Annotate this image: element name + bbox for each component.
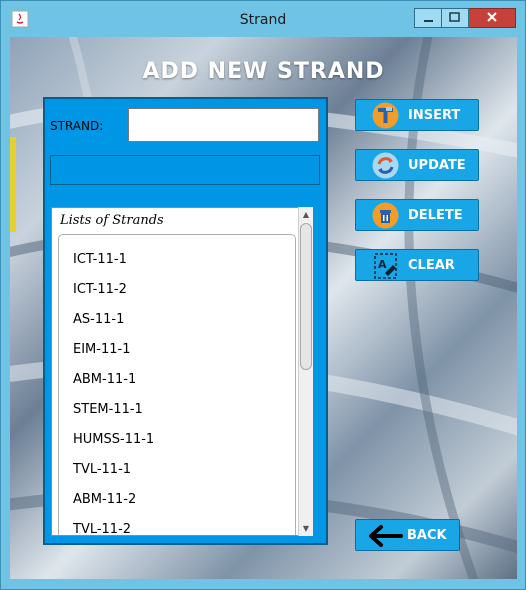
- message-field: [50, 155, 320, 185]
- update-icon: [372, 152, 399, 179]
- insert-label: INSERT: [408, 108, 461, 123]
- clear-button[interactable]: A CLEAR: [355, 249, 479, 281]
- close-button[interactable]: [469, 8, 516, 28]
- delete-label: DELETE: [408, 208, 463, 223]
- list-item[interactable]: ICT-11-1: [73, 252, 127, 267]
- list-item[interactable]: EIM-11-1: [73, 342, 130, 357]
- maximize-button[interactable]: [442, 8, 469, 28]
- content-area: ADD NEW STRAND STRAND: Lists of Strands …: [10, 37, 517, 579]
- list-title: Lists of Strands: [60, 213, 164, 228]
- trash-icon: [372, 202, 399, 229]
- list-item[interactable]: TVL-11-1: [73, 462, 131, 477]
- clear-label: CLEAR: [408, 258, 455, 273]
- page-heading: ADD NEW STRAND: [142, 59, 385, 84]
- insert-button[interactable]: INSERT: [355, 99, 479, 131]
- list-item[interactable]: STEM-11-1: [73, 402, 143, 417]
- scroll-down-icon[interactable]: ▼: [299, 521, 313, 536]
- strand-input[interactable]: [128, 108, 319, 142]
- back-label: BACK: [407, 528, 447, 543]
- delete-button[interactable]: DELETE: [355, 199, 479, 231]
- scroll-thumb[interactable]: [300, 223, 312, 370]
- strand-list[interactable]: Lists of Strands ICT-11-1 ICT-11-2 AS-11…: [51, 207, 313, 536]
- svg-text:A: A: [378, 258, 387, 271]
- list-item[interactable]: ABM-11-2: [73, 492, 136, 507]
- list-item[interactable]: ABM-11-1: [73, 372, 136, 387]
- insert-icon: [372, 102, 399, 129]
- strand-label: STRAND:: [50, 119, 104, 133]
- list-item[interactable]: ICT-11-2: [73, 282, 127, 297]
- strand-form-panel: STRAND: Lists of Strands ICT-11-1 ICT-11…: [43, 97, 328, 545]
- maximize-icon: [449, 12, 460, 22]
- list-scrollbar[interactable]: ▲ ▼: [298, 207, 313, 536]
- list-item[interactable]: HUMSS-11-1: [73, 432, 154, 447]
- scroll-up-icon[interactable]: ▲: [299, 207, 313, 222]
- back-button[interactable]: BACK: [355, 519, 460, 551]
- back-arrow-icon: [368, 524, 404, 548]
- strand-list-items: ICT-11-1 ICT-11-2 AS-11-1 EIM-11-1 ABM-1…: [58, 234, 296, 535]
- strand-window: Strand ADD NEW STRAND STRAND: Lists of S…: [0, 0, 526, 590]
- minimize-icon: [424, 20, 433, 22]
- close-icon: [487, 12, 497, 22]
- list-item[interactable]: TVL-11-2: [73, 522, 131, 535]
- title-bar[interactable]: Strand: [1, 1, 525, 37]
- clear-icon: A: [372, 252, 399, 279]
- update-button[interactable]: UPDATE: [355, 149, 479, 181]
- list-item[interactable]: AS-11-1: [73, 312, 124, 327]
- minimize-button[interactable]: [414, 8, 442, 28]
- update-label: UPDATE: [408, 158, 466, 173]
